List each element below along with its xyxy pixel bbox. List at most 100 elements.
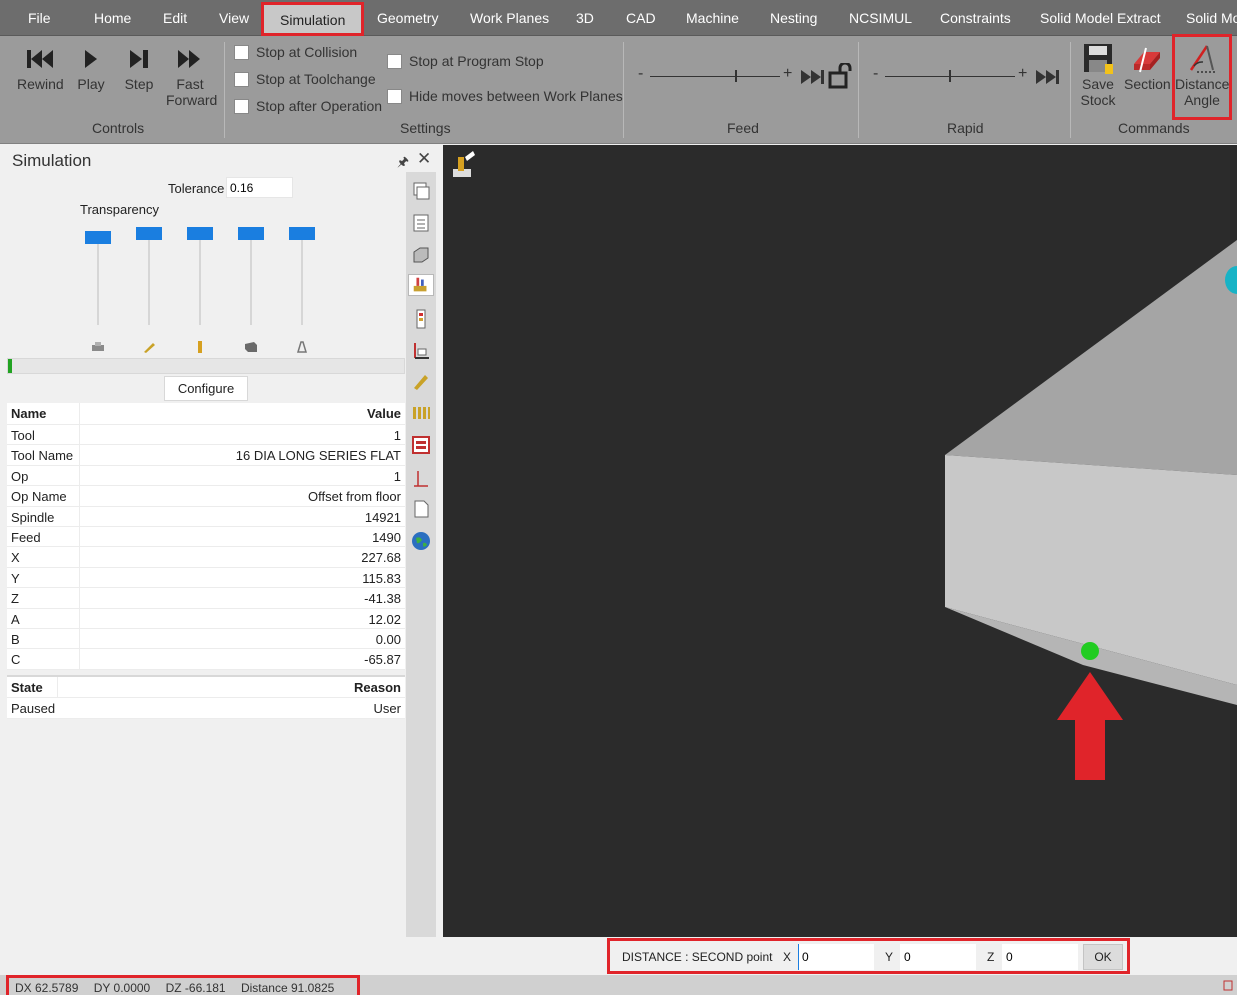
stop-at-toolchange-checkbox[interactable]: Stop at Toolchange	[234, 71, 376, 87]
property-value: 16 DIA LONG SERIES FLAT	[235, 448, 401, 464]
menu-cad[interactable]: CAD	[626, 0, 656, 36]
view-orientation-icon[interactable]	[453, 151, 475, 177]
property-name: Spindle	[11, 509, 55, 525]
slider-thumb[interactable]	[238, 227, 264, 240]
menu-file[interactable]: File	[28, 0, 51, 36]
menu-3d[interactable]: 3D	[576, 0, 594, 36]
list-icon[interactable]	[410, 212, 432, 234]
property-value: 0.00	[375, 631, 401, 647]
properties-table: Name Value Tool 1 Tool Name 16 DIA LONG SER…	[7, 403, 405, 670]
y-input[interactable]	[900, 944, 976, 970]
stock-block-icon[interactable]	[410, 244, 432, 266]
stop-at-program-stop-checkbox[interactable]: Stop at Program Stop	[387, 53, 544, 69]
feed-group-label: Feed	[727, 120, 759, 136]
property-name: Y	[11, 570, 20, 586]
rapid-minus[interactable]: -	[873, 65, 878, 83]
stop-after-operation-checkbox[interactable]: Stop after Operation	[234, 98, 382, 114]
transparency-slider-3[interactable]	[187, 227, 213, 327]
rapid-group-label: Rapid	[947, 120, 984, 136]
feed-slider-thumb[interactable]	[735, 70, 737, 82]
panel-title: Simulation	[12, 151, 92, 170]
menu-geometry[interactable]: Geometry	[377, 0, 438, 36]
play-button[interactable]: Play	[74, 40, 108, 92]
transparency-slider-5[interactable]	[289, 227, 315, 327]
property-rows: Tool 1 Tool Name 16 DIA LONG SERIES FLAT Op 1…	[7, 425, 405, 670]
menu-ncsimul[interactable]: NCSIMUL	[849, 0, 912, 36]
slider-thumb[interactable]	[136, 227, 162, 240]
feed-plus[interactable]: +	[783, 65, 792, 83]
configure-button[interactable]: Configure	[164, 376, 248, 401]
reason-value: User	[373, 701, 401, 716]
axis-icon[interactable]	[410, 468, 432, 490]
feed-skip-icon[interactable]	[801, 70, 825, 84]
table-row: Op Name Offset from floor	[7, 486, 405, 507]
tools-set-icon[interactable]	[410, 402, 432, 424]
document-icon[interactable]	[410, 498, 432, 520]
property-value: -65.87	[364, 652, 401, 668]
ribbon-separator	[224, 42, 225, 138]
table-row: Tool Name 16 DIA LONG SERIES FLAT	[7, 445, 405, 466]
slider-thumb[interactable]	[187, 227, 213, 240]
hide-moves-checkbox[interactable]: Hide moves between Work Planes	[387, 88, 623, 104]
feed-minus[interactable]: -	[638, 65, 643, 83]
menu-solid-model-extract[interactable]: Solid Model Extract	[1040, 0, 1161, 36]
transparency-slider-4[interactable]	[238, 227, 264, 327]
step-label: Step	[124, 76, 154, 92]
menu-machine[interactable]: Machine	[686, 0, 739, 36]
section-button[interactable]: Section	[1124, 40, 1171, 92]
stop-at-collision-checkbox[interactable]: Stop at Collision	[234, 44, 357, 60]
report-icon[interactable]	[410, 434, 432, 456]
rapid-plus[interactable]: +	[1018, 65, 1027, 83]
slider-thumb[interactable]	[289, 227, 315, 240]
transparency-slider-2[interactable]	[136, 227, 162, 327]
copy-icon[interactable]	[410, 180, 432, 202]
feed-slider-track[interactable]	[650, 76, 780, 77]
tool-list-icon[interactable]	[410, 308, 432, 330]
menu-view[interactable]: View	[219, 0, 249, 36]
property-name: C	[11, 652, 21, 668]
step-button[interactable]: Step	[122, 40, 156, 92]
holder-tool-icon[interactable]	[410, 370, 432, 392]
simulation-tool-icon[interactable]	[408, 274, 434, 296]
stop-at-collision-label: Stop at Collision	[256, 44, 358, 60]
fast-forward-button[interactable]: Fast Forward	[166, 40, 217, 108]
red-arrow-annotation	[1057, 672, 1123, 780]
slider-track	[250, 233, 252, 325]
menu-home[interactable]: Home	[94, 0, 131, 36]
tool-icon	[198, 341, 202, 353]
green-point-marker[interactable]	[1081, 642, 1099, 660]
simulation-panel: Simulation 🖈 ✕ Tolerance Transparency Co…	[7, 145, 431, 937]
save-stock-button[interactable]: Save Stock	[1078, 40, 1118, 108]
value-column-header: Value	[367, 406, 401, 421]
menu-constraints[interactable]: Constraints	[940, 0, 1011, 36]
rewind-button[interactable]: Rewind	[17, 40, 64, 92]
section-icon	[1134, 47, 1160, 73]
stop-at-program-stop-label: Stop at Program Stop	[409, 53, 544, 69]
stock-icon	[245, 342, 257, 352]
close-icon[interactable]: ✕	[417, 149, 431, 169]
tolerance-input[interactable]	[226, 177, 293, 198]
menu-work-planes[interactable]: Work Planes	[470, 0, 549, 36]
menu-nesting[interactable]: Nesting	[770, 0, 817, 36]
ribbon-separator	[1070, 42, 1071, 138]
property-name: X	[11, 550, 20, 566]
slider-thumb[interactable]	[85, 231, 111, 245]
rapid-skip-icon[interactable]	[1036, 70, 1060, 84]
menu-simulation[interactable]: Simulation	[261, 2, 365, 36]
lock-open-icon[interactable]	[828, 63, 852, 89]
rapid-slider-thumb[interactable]	[949, 70, 951, 82]
resize-grip-icon[interactable]	[1223, 979, 1233, 991]
3d-viewport[interactable]	[443, 145, 1237, 937]
table-row: Op 1	[7, 465, 405, 487]
distance-angle-button[interactable]: Distance Angle	[1172, 34, 1232, 120]
ok-button[interactable]: OK	[1083, 944, 1123, 970]
menu-solid-mo[interactable]: Solid Mo	[1186, 0, 1237, 36]
workplane-icon[interactable]	[410, 340, 432, 362]
menu-edit[interactable]: Edit	[163, 0, 187, 36]
transparency-slider-1[interactable]	[85, 227, 111, 327]
z-input[interactable]	[1002, 944, 1078, 970]
x-input[interactable]	[798, 944, 874, 970]
globe-icon[interactable]	[410, 530, 432, 552]
table-row: Tool 1	[7, 425, 405, 446]
distance-value: Distance 91.0825	[240, 981, 335, 995]
